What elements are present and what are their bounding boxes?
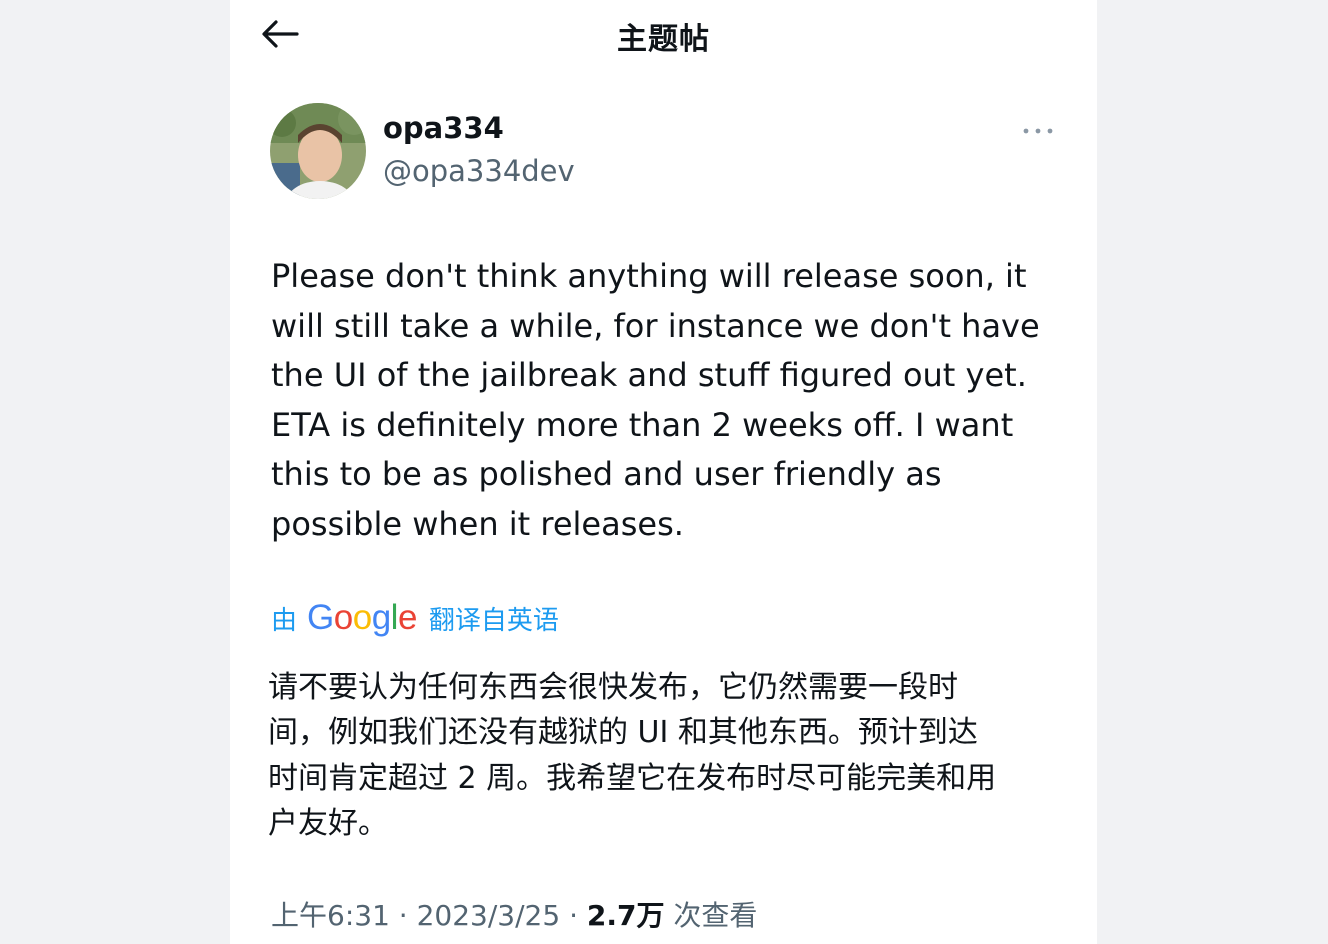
tweet-time[interactable]: 上午6:31 [271,899,390,932]
tweet-meta: 上午6:31 · 2023/3/25 · 2.7万 次查看 [271,894,757,934]
tweet-date[interactable]: 2023/3/25 [417,899,561,932]
separator: · [560,899,587,932]
translated-line: 时间肯定超过 2 周。我希望它在发布时尽可能完美和用 [268,760,997,796]
more-options-button[interactable] [1018,116,1058,146]
tweet-line: will still take a while, for instance we… [271,306,1040,345]
translated-text: 请不要认为任何东西会很快发布，它仍然需要一段时 间，例如我们还没有越狱的 UI … [268,665,1068,846]
tweet-detail-panel: 主题帖 opa334 @opa334dev Please don't think… [230,0,1097,944]
tweet-line: the UI of the jailbreak and stuff figure… [271,356,1027,395]
tweet-text: Please don't think anything will release… [271,252,1061,550]
display-name[interactable]: opa334 [383,111,504,145]
google-logo-letter: o [333,598,353,637]
tweet-line: ETA is definitely more than 2 weeks off.… [271,405,1014,444]
avatar[interactable] [270,103,366,199]
google-logo-letter: l [390,598,399,637]
views-count: 2.7万 [586,899,665,932]
google-logo-letter: G [307,598,334,637]
more-horizontal-icon [1023,128,1053,134]
translation-attribution-link[interactable]: 由 Google 翻译自英语 [271,596,559,640]
page-title: 主题帖 [617,22,710,57]
translation-suffix: 翻译自英语 [428,605,559,636]
translation-prefix: 由 [271,605,298,636]
google-logo: Google [307,598,417,638]
translated-line: 间，例如我们还没有越狱的 UI 和其他东西。预计到达 [268,715,978,751]
google-logo-letter: o [352,598,372,637]
avatar-image [270,103,366,199]
google-logo-letter: g [371,598,391,637]
translated-line: 户友好。 [268,805,388,841]
separator: · [389,899,417,932]
google-logo-letter: e [397,598,417,637]
translated-line: 请不要认为任何东西会很快发布，它仍然需要一段时 [268,670,958,705]
user-handle[interactable]: @opa334dev [383,154,575,188]
tweet-line: this to be as polished and user friendly… [271,455,942,494]
tweet-line: possible when it releases. [271,504,684,543]
tweet-line: Please don't think anything will release… [271,257,1027,295]
views-label: 次查看 [673,899,758,932]
